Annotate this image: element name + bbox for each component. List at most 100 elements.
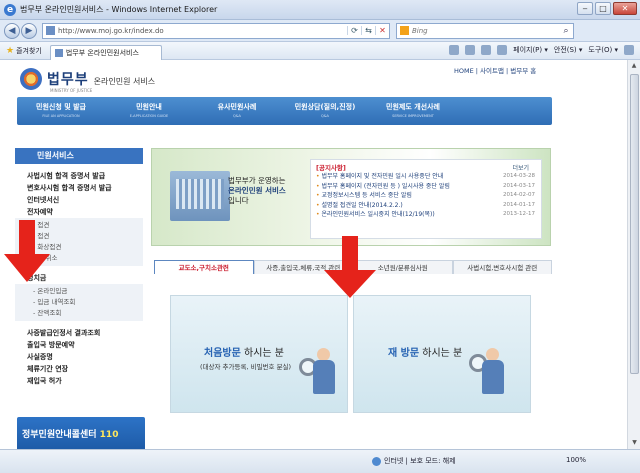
menu-page[interactable]: 페이지(P) ▾: [513, 45, 548, 55]
person-icon: [311, 348, 337, 398]
print-icon[interactable]: [497, 45, 508, 55]
notice-date: 2014-03-17: [503, 182, 535, 189]
command-menus: 페이지(P) ▾ 안전(S) ▾ 도구(O) ▾: [449, 45, 634, 55]
help-icon[interactable]: [624, 45, 634, 55]
notice-row[interactable]: 법무부 홈페이지 및 전자민원 일시 사용중단 안내 2014-03-28: [311, 172, 541, 182]
tab-prison[interactable]: 교도소,구치소관련: [154, 260, 254, 274]
nav-counsel[interactable]: 민원상담(질의,진정) Q&A: [281, 97, 369, 125]
notice-title[interactable]: 법무부 홈페이지 (전자민원 등 ) 일시사용 중단 알림: [316, 182, 449, 192]
menu-item[interactable]: 변호사시험 합격 증명서 발급: [15, 182, 143, 194]
status-bar: 인터넷 | 보호 모드: 해제 100%: [0, 449, 640, 473]
vertical-scrollbar[interactable]: ▲ ▼: [627, 60, 640, 449]
red-arrow-left-icon: [4, 220, 50, 282]
notice-title[interactable]: 온라인민원서비스 일시중지 안내(12/19(목)): [316, 210, 434, 220]
window-titlebar: e 법무부 온라인민원서비스 - Windows Internet Explor…: [0, 0, 640, 20]
compat-icon[interactable]: ⇆: [361, 26, 375, 35]
nav-guide[interactable]: 민원안내 E-APPLICATION GUIDE: [105, 97, 193, 125]
notice-row[interactable]: 교정정보시스템 등 서비스 중단 알림 2014-02-07: [311, 191, 541, 201]
nav-label: 민원안내: [136, 103, 162, 111]
nav-label: 민원신청 및 발급: [36, 103, 86, 111]
menu-item[interactable]: 인터넷서신: [15, 194, 143, 206]
forward-button[interactable]: ▶: [21, 22, 37, 39]
menu-item[interactable]: 사실증명: [15, 351, 143, 363]
notice-title[interactable]: 설명절 접견일 안내(2014.2.2.): [316, 201, 402, 211]
tab-title: 법무부 온라인민원서비스: [65, 48, 139, 57]
menu-item[interactable]: 재입국 허가: [15, 375, 143, 387]
back-button[interactable]: ◀: [4, 22, 20, 39]
banner-text: 정부민원안내콜센터: [22, 430, 97, 440]
hero-tagline: 법무부가 운영하는 온라인민원 서비스 입니다: [228, 176, 286, 206]
nav-label: 민원상담(질의,진정): [294, 103, 356, 111]
url-field[interactable]: http://www.moj.go.kr/index.do: [58, 27, 347, 35]
maximize-button[interactable]: □: [595, 2, 611, 15]
notice-row[interactable]: 설명절 접견일 안내(2014.2.2.) 2014-01-17: [311, 201, 541, 211]
main-nav: 민원신청 및 발급 FILE AN APPLICATION 민원안내 E-APPLI…: [17, 97, 552, 125]
notice-date: 2013-12-17: [503, 211, 535, 217]
url-box[interactable]: http://www.moj.go.kr/index.do ⟳ ⇆ ✕: [42, 22, 390, 39]
menu-tools[interactable]: 도구(O) ▾: [588, 45, 618, 55]
notice-more-link[interactable]: 더보기: [512, 163, 529, 172]
emblem-icon: [20, 68, 42, 90]
notice-row[interactable]: 온라인민원서비스 일시중지 안내(12/19(목)) 2013-12-17: [311, 210, 541, 220]
menu-item[interactable]: 출입국 방문예약: [15, 339, 143, 351]
bing-icon: [400, 26, 409, 35]
return-visit-rest: 하시는 분: [419, 348, 463, 359]
submenu-item[interactable]: - 잔액조회: [15, 308, 143, 319]
return-visit-strong: 재 방문: [388, 348, 420, 359]
menu-item[interactable]: 사법시험 합격 증명서 발급: [15, 170, 143, 182]
page-icon: [46, 26, 55, 35]
search-box[interactable]: ⌕: [396, 22, 574, 39]
menu-item[interactable]: 사증발급인정서 결과조회: [15, 327, 143, 339]
zoom-level[interactable]: 100%: [566, 456, 586, 464]
close-button[interactable]: ✕: [613, 2, 637, 15]
window-buttons: ‒ □ ✕: [577, 2, 637, 15]
nav-improve[interactable]: 민원제도 개선사례 SERVICE IMPROVEMENT: [369, 97, 457, 125]
mail-icon[interactable]: [481, 45, 492, 55]
menu-item[interactable]: 체류기간 연장: [15, 363, 143, 375]
menu-item[interactable]: 전자예약: [15, 206, 143, 218]
search-icon[interactable]: ⌕: [559, 26, 573, 36]
scroll-up-icon[interactable]: ▲: [628, 60, 640, 72]
building-icon: [170, 171, 230, 221]
notice-title[interactable]: 교정정보시스템 등 서비스 중단 알림: [316, 191, 411, 201]
favorites-button[interactable]: ★ 즐겨찾기: [6, 46, 42, 56]
scroll-down-icon[interactable]: ▼: [628, 437, 640, 449]
submenu: - 온라인입금 - 입금 내역조회 - 잔액조회: [15, 284, 143, 321]
brand-sub: MINISTRY OF JUSTICE: [50, 88, 93, 93]
nav-apply[interactable]: 민원신청 및 발급 FILE AN APPLICATION: [17, 97, 105, 125]
tab-bar-exam[interactable]: 사법시험,변호사시험 관련: [452, 260, 552, 274]
refresh-icon[interactable]: ⟳: [347, 26, 361, 35]
notice-date: 2014-02-07: [503, 192, 535, 198]
notice-box: [공지사항] 더보기 법무부 홈페이지 및 전자민원 일시 사용중단 안내 201…: [310, 159, 542, 239]
brand-name: 법무부: [47, 72, 89, 88]
callcenter-banner[interactable]: 정부민원안내콜센터 110: [17, 417, 145, 449]
nav-sub: Q&A: [233, 114, 241, 118]
home-icon[interactable]: [449, 45, 460, 55]
notice-title[interactable]: 법무부 홈페이지 및 전자민원 일시 사용중단 안내: [316, 172, 443, 182]
address-bar: ◀ ▶ http://www.moj.go.kr/index.do ⟳ ⇆ ✕ …: [0, 20, 640, 42]
browser-tab[interactable]: 법무부 온라인민원서비스: [49, 44, 162, 60]
site-logo[interactable]: 법무부 MINISTRY OF JUSTICE 온라인민원 서비스: [20, 68, 155, 93]
feeds-icon[interactable]: [465, 45, 476, 55]
first-visit-card[interactable]: 처음방문 하시는 분 (대상자 추가등록, 비밀번호 분실): [170, 295, 348, 413]
notice-row[interactable]: 법무부 홈페이지 (전자민원 등 ) 일시사용 중단 알림 2014-03-17: [311, 182, 541, 192]
tagline-line-1: 법무부가 운영하는: [228, 176, 286, 185]
nav-sub: SERVICE IMPROVEMENT: [392, 114, 434, 118]
page-viewport: 법무부 MINISTRY OF JUSTICE 온라인민원 서비스 HOME |…: [0, 60, 627, 449]
nav-cases[interactable]: 유사민원사례 Q&A: [193, 97, 281, 125]
nav-label: 유사민원사례: [217, 103, 257, 111]
scroll-thumb[interactable]: [630, 74, 639, 374]
search-input[interactable]: [412, 26, 559, 35]
stop-icon[interactable]: ✕: [375, 26, 389, 35]
menu-safety[interactable]: 안전(S) ▾: [554, 45, 583, 55]
minimize-button[interactable]: ‒: [577, 2, 593, 15]
ie-icon: e: [4, 3, 16, 16]
return-visit-card[interactable]: 재 방문 하시는 분: [353, 295, 531, 413]
submenu-item[interactable]: - 온라인입금: [15, 286, 143, 297]
notice-date: 2014-01-17: [503, 201, 535, 208]
window-title: 법무부 온라인민원서비스 - Windows Internet Explorer: [20, 5, 218, 14]
nav-sub: FILE AN APPLICATION: [42, 114, 80, 118]
security-zone[interactable]: 인터넷 | 보호 모드: 해제: [372, 456, 456, 466]
top-links[interactable]: HOME | 사이트맵 | 법무부 홈: [454, 65, 536, 75]
submenu-item[interactable]: - 입금 내역조회: [15, 297, 143, 308]
